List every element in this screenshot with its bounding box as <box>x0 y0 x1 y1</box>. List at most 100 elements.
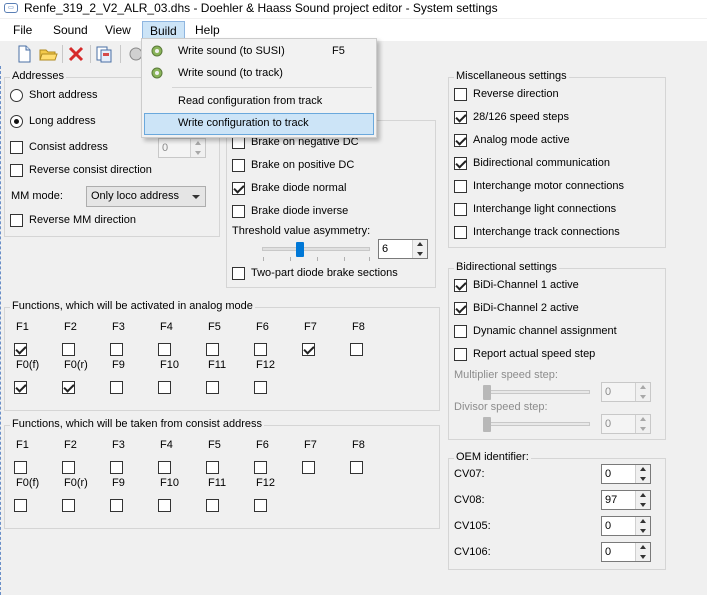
bidi-setting-checkbox[interactable] <box>454 279 467 292</box>
function-label: F7 <box>304 321 317 333</box>
function-checkbox[interactable] <box>158 499 171 512</box>
function-checkbox[interactable] <box>206 499 219 512</box>
menu-item-label: Write sound (to track) <box>178 67 283 79</box>
spin-down-icon[interactable] <box>640 395 646 399</box>
function-checkbox[interactable] <box>14 343 27 356</box>
long-address-radio[interactable] <box>10 115 23 128</box>
function-checkbox[interactable] <box>254 381 267 394</box>
misc-setting-checkbox[interactable] <box>454 111 467 124</box>
function-checkbox[interactable] <box>62 381 75 394</box>
short-address-radio[interactable] <box>10 89 23 102</box>
function-checkbox[interactable] <box>254 499 267 512</box>
spin-up-icon[interactable] <box>417 242 423 246</box>
consist-address-spinner[interactable]: 0 <box>158 138 206 158</box>
reverse-mm-checkbox[interactable] <box>10 214 23 227</box>
threshold-slider-track[interactable] <box>262 247 370 251</box>
divisor-slider-thumb[interactable] <box>483 417 491 432</box>
misc-setting-label: Reverse direction <box>473 88 559 100</box>
consist-address-checkbox[interactable] <box>10 141 23 154</box>
threshold-spinner[interactable]: 6 <box>378 239 428 259</box>
function-checkbox[interactable] <box>110 461 123 474</box>
two-part-brake-label: Two-part diode brake sections <box>251 267 398 279</box>
spin-up-icon[interactable] <box>640 519 646 523</box>
brake-positive-dc-checkbox[interactable] <box>232 159 245 172</box>
spin-up-icon[interactable] <box>195 141 201 145</box>
delete-icon[interactable] <box>66 44 86 64</box>
function-checkbox[interactable] <box>302 343 315 356</box>
misc-setting-checkbox[interactable] <box>454 180 467 193</box>
oem-cv-spinner[interactable]: 97 <box>601 490 651 510</box>
menu-write-sound-susi[interactable]: Write sound (to SUSI) F5 <box>144 41 374 63</box>
divisor-spinner[interactable]: 0 <box>601 414 651 434</box>
bidi-setting-label: Report actual speed step <box>473 348 596 360</box>
brake-diode-normal-label: Brake diode normal <box>251 182 347 194</box>
misc-setting-label: Analog mode active <box>473 134 570 146</box>
function-checkbox[interactable] <box>158 461 171 474</box>
spin-down-icon[interactable] <box>195 151 201 155</box>
spin-down-icon[interactable] <box>640 477 646 481</box>
function-checkbox[interactable] <box>158 381 171 394</box>
spin-up-icon[interactable] <box>640 545 646 549</box>
threshold-slider-thumb[interactable] <box>295 242 304 257</box>
function-checkbox[interactable] <box>158 343 171 356</box>
function-checkbox[interactable] <box>14 499 27 512</box>
oem-cv-spinner[interactable]: 0 <box>601 542 651 562</box>
function-checkbox[interactable] <box>206 343 219 356</box>
function-checkbox[interactable] <box>62 461 75 474</box>
brake-diode-inverse-checkbox[interactable] <box>232 205 245 218</box>
function-checkbox[interactable] <box>350 343 363 356</box>
misc-setting-checkbox[interactable] <box>454 134 467 147</box>
misc-setting-checkbox[interactable] <box>454 157 467 170</box>
bidi-setting-checkbox[interactable] <box>454 348 467 361</box>
spin-down-icon[interactable] <box>640 555 646 559</box>
function-checkbox[interactable] <box>62 343 75 356</box>
brake-diode-normal-checkbox[interactable] <box>232 182 245 195</box>
multiplier-slider-track[interactable] <box>484 390 590 394</box>
misc-setting-label: 28/126 speed steps <box>473 111 570 123</box>
menu-write-configuration[interactable]: Write configuration to track <box>144 113 374 135</box>
divisor-slider-track[interactable] <box>484 422 590 426</box>
misc-setting-checkbox[interactable] <box>454 88 467 101</box>
multiplier-slider-thumb[interactable] <box>483 385 491 400</box>
misc-setting-checkbox[interactable] <box>454 226 467 239</box>
spin-up-icon[interactable] <box>640 467 646 471</box>
new-file-icon[interactable] <box>14 44 34 64</box>
function-checkbox[interactable] <box>110 343 123 356</box>
spin-up-icon[interactable] <box>640 417 646 421</box>
open-folder-icon[interactable] <box>38 44 58 64</box>
oem-cv-spinner[interactable]: 0 <box>601 464 651 484</box>
oem-cv-value: 0 <box>605 468 612 480</box>
bidi-setting-checkbox[interactable] <box>454 325 467 338</box>
multiplier-spinner[interactable]: 0 <box>601 382 651 402</box>
function-checkbox[interactable] <box>14 381 27 394</box>
menu-read-configuration[interactable]: Read configuration from track <box>144 91 374 113</box>
function-checkbox[interactable] <box>302 461 315 474</box>
document-icon[interactable] <box>94 44 114 64</box>
function-checkbox[interactable] <box>254 343 267 356</box>
two-part-brake-checkbox[interactable] <box>232 267 245 280</box>
menu-write-sound-track[interactable]: Write sound (to track) <box>144 63 374 85</box>
menu-sound[interactable]: Sound <box>46 21 95 40</box>
spin-down-icon[interactable] <box>640 529 646 533</box>
spin-down-icon[interactable] <box>417 252 423 256</box>
function-checkbox[interactable] <box>206 461 219 474</box>
function-label: F3 <box>112 439 125 451</box>
function-checkbox[interactable] <box>14 461 27 474</box>
function-checkbox[interactable] <box>110 499 123 512</box>
spin-up-icon[interactable] <box>640 385 646 389</box>
function-checkbox[interactable] <box>254 461 267 474</box>
oem-cv-spinner[interactable]: 0 <box>601 516 651 536</box>
mm-mode-select[interactable]: Only loco address <box>86 186 206 207</box>
bidi-setting-checkbox[interactable] <box>454 302 467 315</box>
spin-up-icon[interactable] <box>640 493 646 497</box>
function-checkbox[interactable] <box>350 461 363 474</box>
spin-down-icon[interactable] <box>640 503 646 507</box>
reverse-consist-checkbox[interactable] <box>10 164 23 177</box>
misc-setting-checkbox[interactable] <box>454 203 467 216</box>
function-checkbox[interactable] <box>206 381 219 394</box>
function-checkbox[interactable] <box>62 499 75 512</box>
menu-file[interactable]: File <box>6 21 39 40</box>
spin-down-icon[interactable] <box>640 427 646 431</box>
menu-view[interactable]: View <box>98 21 138 40</box>
function-checkbox[interactable] <box>110 381 123 394</box>
